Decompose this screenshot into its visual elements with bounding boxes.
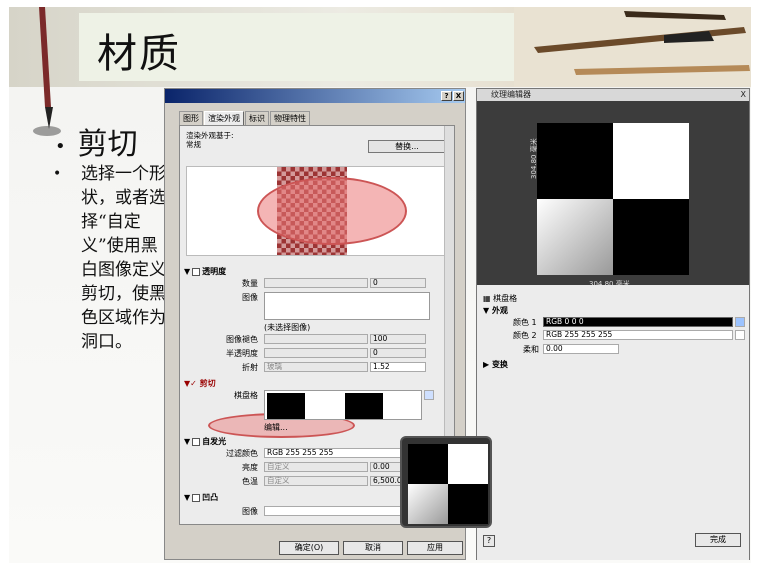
amount-field[interactable]: 0: [370, 278, 426, 288]
bump-title: 凹凸: [202, 493, 219, 502]
checker-cell: [537, 123, 613, 199]
dimension-vertical: 304.80 毫米: [530, 138, 538, 179]
appearance-section[interactable]: ▼ 外观: [483, 305, 508, 316]
luminance-label: 亮度: [242, 463, 258, 472]
amount-label: 数量: [242, 279, 258, 288]
texture-close-button[interactable]: X: [741, 89, 746, 101]
texture-properties: ▦ 棋盘格 ▼ 外观 颜色 1 RGB 0 0 0 颜色 2 RGB 255 2…: [477, 285, 749, 560]
color2-field[interactable]: RGB 255 255 255: [543, 330, 733, 340]
checker-cell: [267, 393, 305, 419]
render-based-value: 常规: [186, 140, 201, 149]
cutout-map-label: 棋盘格: [234, 391, 258, 400]
cutout-checkmark[interactable]: ✓: [190, 379, 197, 388]
texture-editor-title: 纹理编辑器: [491, 90, 531, 99]
checker-cell: [613, 199, 689, 275]
replace-button[interactable]: 替换...: [368, 140, 446, 153]
tab-bar: 图形 渲染外观 标识 物理特性: [179, 111, 311, 125]
color2-label: 颜色 2: [513, 331, 537, 340]
texture-name: ▦ 棋盘格: [483, 294, 518, 303]
tab-identity[interactable]: 标识: [245, 111, 269, 125]
help-button[interactable]: ?: [441, 91, 452, 101]
fade-field[interactable]: 100: [370, 334, 426, 344]
texture-help-button[interactable]: ?: [483, 535, 495, 547]
bullet-heading: • 剪切: [55, 127, 138, 162]
image-label: 图像: [242, 293, 258, 302]
transform-section[interactable]: ▶ 变换: [483, 359, 508, 370]
fade-label: 图像褪色: [226, 335, 258, 344]
brush-pen-icon: [33, 7, 61, 136]
checker-cell: [408, 444, 448, 484]
color1-label: 颜色 1: [513, 318, 537, 327]
checker-cell: [383, 393, 421, 419]
bump-image-label: 图像: [242, 507, 258, 516]
cutout-header[interactable]: ▼✓ 剪切: [184, 378, 216, 389]
checker-texture: [537, 123, 689, 275]
soft-label: 柔和: [523, 345, 539, 354]
cutout-texture-zoom: [400, 436, 492, 528]
render-based-group: 渲染外观基于: 常规: [186, 131, 234, 149]
refraction-label: 折射: [242, 363, 258, 372]
fade-slider[interactable]: [264, 334, 368, 344]
inset-checker: [408, 444, 488, 524]
temperature-select[interactable]: 自定义: [264, 476, 368, 486]
ok-button[interactable]: 确定(O): [279, 541, 339, 555]
checker-cell: [537, 199, 613, 275]
translucency-slider[interactable]: [264, 348, 368, 358]
transparency-header[interactable]: ▼ 透明度: [184, 266, 226, 277]
apply-button[interactable]: 应用: [407, 541, 463, 555]
texture-editor: 纹理编辑器 X 304.80 毫米 304.80 毫米 ▦ 棋盘格 ▼ 外观 颜色…: [476, 88, 750, 560]
filter-label: 过滤颜色: [226, 449, 258, 458]
tab-appearance[interactable]: 渲染外观: [204, 111, 244, 125]
checker-cell: [448, 444, 488, 484]
checker-cell: [305, 393, 343, 419]
checker-cell: [345, 393, 383, 419]
close-button[interactable]: X: [453, 91, 464, 101]
brushes-image: [514, 7, 751, 87]
color2-map-button[interactable]: [735, 330, 745, 340]
tab-graphics[interactable]: 图形: [179, 111, 203, 125]
bump-checkbox[interactable]: [192, 493, 201, 502]
image-slot[interactable]: [264, 292, 430, 320]
refraction-select[interactable]: 玻璃: [264, 362, 368, 372]
cutout-options-button[interactable]: [424, 390, 434, 400]
texture-preview: 304.80 毫米 304.80 毫米: [477, 101, 749, 288]
page-title: 材质: [97, 31, 181, 77]
temperature-label: 色温: [242, 477, 258, 486]
refraction-field[interactable]: 1.52: [370, 362, 426, 372]
transparency-checkbox[interactable]: [192, 267, 201, 276]
self-illum-header[interactable]: ▼ 自发光: [184, 436, 226, 447]
done-button[interactable]: 完成: [695, 533, 741, 547]
highlight-ellipse: [257, 177, 407, 245]
translucency-label: 半透明度: [226, 349, 258, 358]
checker-cell: [408, 484, 448, 524]
color1-field[interactable]: RGB 0 0 0: [543, 317, 733, 327]
checker-cell: [448, 484, 488, 524]
bump-header[interactable]: ▼ 凹凸: [184, 492, 218, 503]
dialog-titlebar: [165, 89, 465, 103]
cutout-texture-slot[interactable]: [264, 390, 422, 420]
render-based-label: 渲染外观基于:: [186, 131, 234, 140]
amount-slider[interactable]: [264, 278, 368, 288]
translucency-field[interactable]: 0: [370, 348, 426, 358]
cancel-button[interactable]: 取消: [343, 541, 403, 555]
color1-map-button[interactable]: [735, 317, 745, 327]
checker-cell: [613, 123, 689, 199]
texture-editor-titlebar: 纹理编辑器 X: [477, 89, 749, 101]
bullet-body: • 选择一个形状，或者选择“自定义”使用黑白图像定义剪切，使黑色区域作为洞口。: [53, 164, 166, 352]
luminance-select[interactable]: 自定义: [264, 462, 368, 472]
tab-physical[interactable]: 物理特性: [270, 111, 310, 125]
self-illum-title: 自发光: [202, 437, 227, 446]
no-image-note: (未选择图像): [264, 323, 311, 332]
material-preview: [186, 166, 452, 256]
soft-field[interactable]: 0.00: [543, 344, 619, 354]
edit-link[interactable]: 编辑...: [264, 422, 288, 433]
cutout-title: 剪切: [199, 379, 216, 388]
transparency-title: 透明度: [202, 267, 227, 276]
self-illum-checkbox[interactable]: [192, 437, 201, 446]
